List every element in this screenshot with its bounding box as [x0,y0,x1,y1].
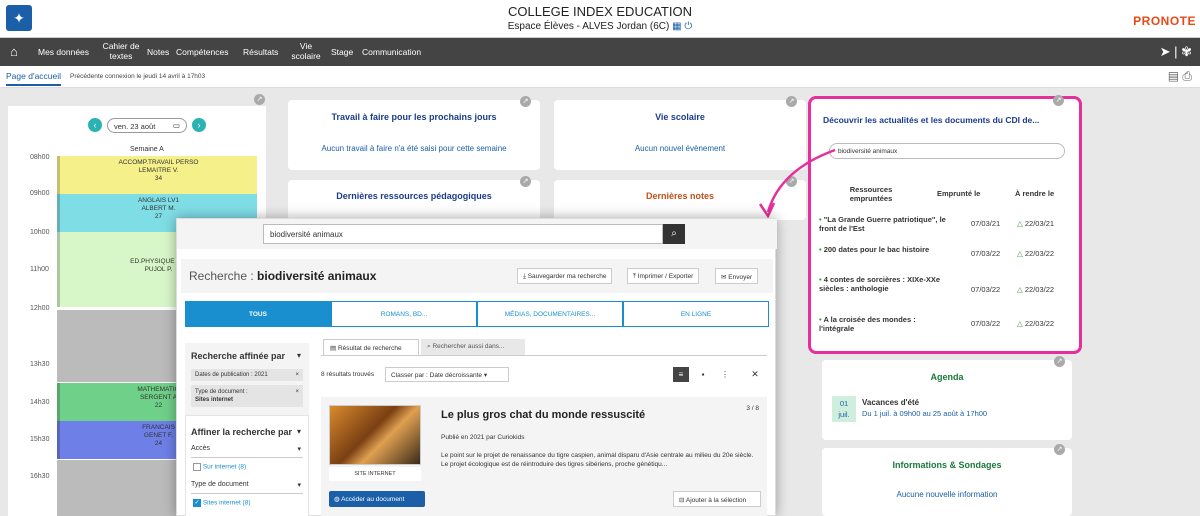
result-tab-label: Résultat de recherche [337,345,402,352]
refine-sidebar: Recherche affinée par ▾ Dates de publica… [185,343,309,516]
results-area: ▤ Résultat de recherche ⌕ Rechercher aus… [321,339,769,516]
send-label: Envoyer [728,274,753,281]
modal-search-input[interactable]: biodiversité animaux [263,224,663,244]
refine2-title: Affiner la recherche par [191,427,293,437]
acces-select[interactable]: Accès ▾ [191,445,303,458]
expand-icon[interactable]: ✕ [747,367,763,382]
search-heading: Recherche : biodiversité animaux [189,269,376,283]
open-arrow-icon[interactable]: ↗ [1054,444,1065,455]
add-to-selection-button[interactable]: ⊟ Ajouter à la sélection [673,491,761,507]
sort-select[interactable]: Classer par : Date décroissante ▾ [385,367,509,382]
results-count: 8 résultats trouvés [321,371,375,378]
filter-type-value: Sites internet [195,397,234,403]
add-label: Ajouter à la sélection [685,497,747,504]
globe-icon: ◍ [334,496,340,503]
access-label: Accéder au document [341,496,405,503]
result-title[interactable]: Le plus gros chat du monde ressuscité [441,409,645,421]
send-button[interactable]: ✉ Envoyer [715,268,759,284]
chevron-down-icon: ▾ [297,446,301,453]
agenda-date: 01 juil. [832,396,856,422]
search-heading-bar: Recherche : biodiversité animaux ⤓ Sauve… [181,259,773,293]
checked-icon: ✓ [193,499,201,507]
tab-en-ligne[interactable]: EN LIGNE [623,301,769,327]
result-publication: Publié en 2021 par Curiokids [441,434,525,441]
filter-date-label: Dates de publication : 2021 [195,372,268,378]
result-card: SITE INTERNET Le plus gros chat du monde… [321,397,767,516]
close-icon[interactable]: × [295,388,299,396]
info-note: Aucune nouvelle information [896,490,998,499]
chevron-down-icon[interactable]: ▾ [297,427,301,436]
grid-view-button[interactable]: ▪ [695,367,711,382]
print-export-button[interactable]: ⤒ Imprimer / Exporter [627,268,700,284]
tab-tous[interactable]: TOUS [185,301,331,327]
save-label: Sauvegarder ma recherche [527,273,607,280]
tab-medias[interactable]: MÉDIAS, DOCUMENTAIRES... [477,301,623,327]
agenda-title: Agenda [930,372,964,382]
result-type-label: SITE INTERNET [329,467,421,481]
filter-chip-type[interactable]: Type de document : Sites internet × [191,385,303,407]
compact-view-button[interactable]: ⋮ [717,367,733,382]
refine-title: Recherche affinée par [191,351,286,361]
type-doc-label: Type de document [191,481,249,488]
other-tab-label: Rechercher aussi dans... [432,343,505,350]
save-icon: ⤓ [523,273,526,280]
filter-type-label: Type de document : [195,389,248,395]
agenda-month: juil. [838,410,850,419]
result-description: Le point sur le projet de renaissance du… [441,452,754,468]
modal-tabs: TOUS ROMANS, BD... MÉDIAS, DOCUMENTAIRES… [185,301,769,327]
tab-resultat[interactable]: ▤ Résultat de recherche [323,339,419,355]
search-icon[interactable]: ⌕ [663,224,685,244]
access-document-button[interactable]: ◍ Accéder au document [329,491,425,507]
modal-header: biodiversité animaux ⌕ [177,219,777,249]
agenda-detail: Du 1 juil. à 09h00 au 25 août à 17h00 [862,409,988,418]
sur-internet-label: Sur internet (8) [202,463,247,471]
tab-divider [321,355,767,356]
tab-rechercher-aussi[interactable]: ⌕ Rechercher aussi dans... [421,339,525,355]
info-panel: ↗ Informations & Sondages Aucune nouvell… [822,444,1072,516]
acces-label: Accès [191,445,211,452]
list-view-button[interactable]: ≡ [673,367,689,382]
agenda-day: 01 [839,399,849,408]
agenda-panel: ↗ Agenda 01 juil. Vacances d'été Du 1 jui… [822,356,1072,440]
export-icon: ⤒ [633,273,636,280]
search-icon: ⌕ [427,343,431,350]
chevron-down-icon: ▾ [297,482,301,489]
sites-internet-label: Sites internet (8) [202,499,251,507]
search-modal: biodiversité animaux ⌕ Recherche : biodi… [176,218,777,516]
checkbox-sur-internet[interactable]: Sur internet (8) [193,463,246,471]
result-index: 3 / 8 [746,405,759,412]
chevron-down-icon: ▾ [483,372,488,379]
info-title: Informations & Sondages [892,460,1002,470]
chevron-down-icon[interactable]: ▾ [297,351,301,360]
type-doc-select[interactable]: Type de document ▾ [191,481,303,494]
heading-query: biodiversité animaux [257,269,377,283]
tab-romans[interactable]: ROMANS, BD... [331,301,477,327]
close-icon[interactable]: × [295,372,299,378]
filter-chip-date[interactable]: Dates de publication : 2021 × [191,369,303,381]
checkbox-sites-internet[interactable]: ✓ Sites internet (8) [193,499,251,507]
result-thumbnail[interactable] [329,405,421,465]
basket-icon: ⊟ [679,497,685,504]
list-icon: ▤ [330,345,337,352]
heading-prefix: Recherche : [189,269,258,283]
checkbox-icon [193,463,201,471]
mail-icon: ✉ [721,274,727,281]
save-search-button[interactable]: ⤓ Sauvegarder ma recherche [517,268,613,284]
sort-label: Classer par : Date décroissante [391,372,483,379]
open-arrow-icon[interactable]: ↗ [1054,356,1065,367]
agenda-event[interactable]: Vacances d'été [862,398,919,407]
print-label: Imprimer / Exporter [637,273,694,280]
